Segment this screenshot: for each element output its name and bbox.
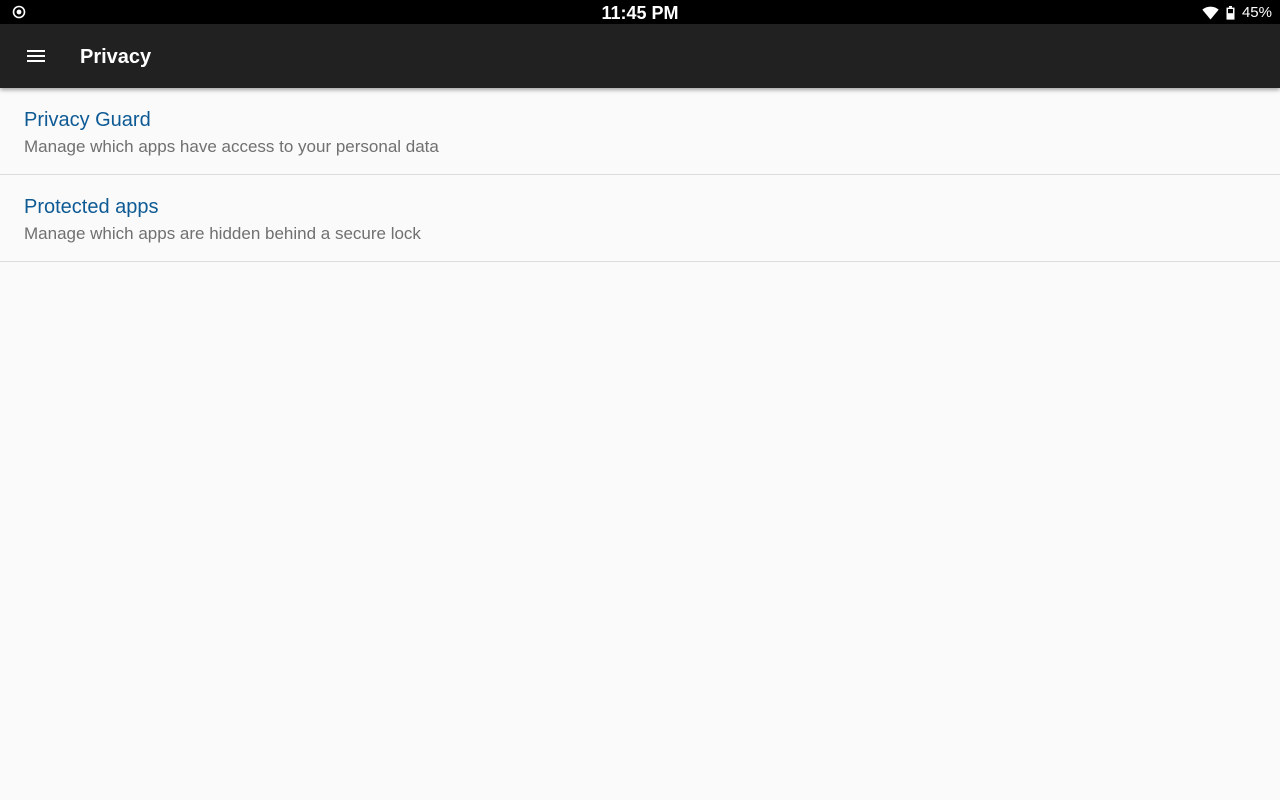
pref-title: Privacy Guard <box>24 109 151 131</box>
pref-protected-apps[interactable]: Protected apps Manage which apps are hid… <box>0 175 1280 262</box>
status-clock: 11:45 PM <box>601 3 679 23</box>
pref-summary: Manage which apps have access to your pe… <box>24 137 439 156</box>
app-toolbar: Privacy <box>0 24 1280 88</box>
menu-button[interactable] <box>16 36 56 76</box>
pref-privacy-guard[interactable]: Privacy Guard Manage which apps have acc… <box>0 88 1280 175</box>
pref-summary: Manage which apps are hidden behind a se… <box>24 224 421 243</box>
status-indicators: 45% <box>1202 3 1272 23</box>
page-title: Privacy <box>80 46 152 68</box>
wifi-icon <box>1202 6 1219 20</box>
hamburger-menu-icon <box>27 50 45 62</box>
pref-title: Protected apps <box>24 196 159 218</box>
battery-percentage: 45% <box>1241 4 1272 21</box>
status-bar: 11:45 PM 45% <box>0 0 1280 24</box>
preferences-list: Privacy Guard Manage which apps have acc… <box>0 88 1280 262</box>
battery-icon <box>1226 6 1235 20</box>
